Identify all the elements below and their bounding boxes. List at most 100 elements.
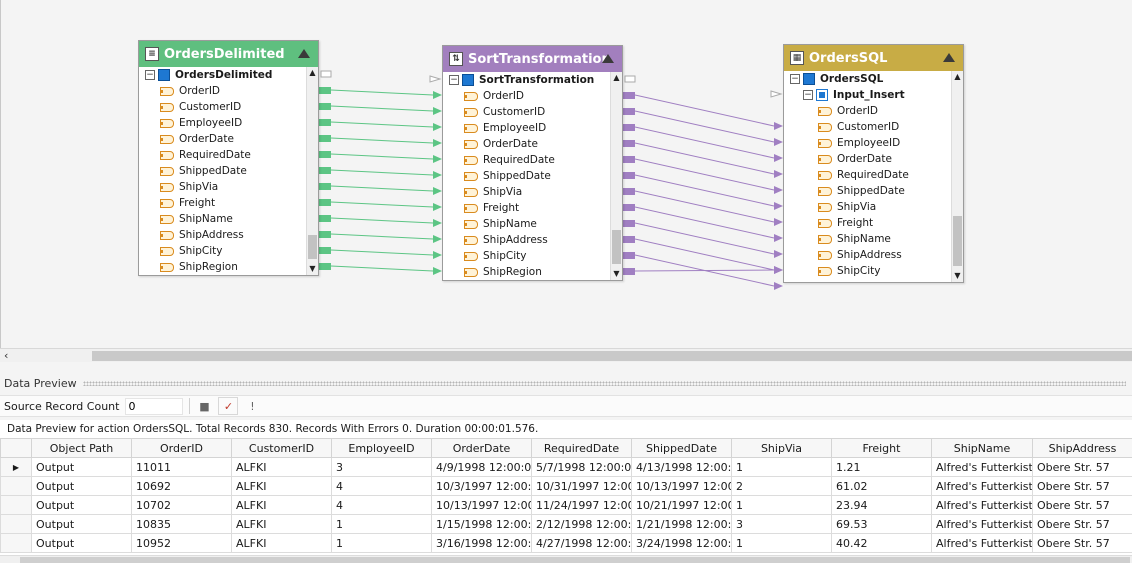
grid-cell[interactable]: 4/27/1998 12:00:0 — [531, 533, 632, 553]
grid-cell[interactable]: ALFKI — [231, 476, 332, 496]
field-row[interactable]: ShipCity — [818, 263, 963, 279]
column-header[interactable]: Object Path — [31, 438, 132, 458]
orders-delimited-header[interactable]: ≡ OrdersDelimited — [139, 41, 318, 67]
scroll-up-icon[interactable]: ▲ — [952, 71, 963, 83]
field-row[interactable]: RequiredDate — [818, 167, 963, 183]
collapse-toggle-icon[interactable]: − — [449, 75, 459, 85]
grid-cell[interactable]: Obere Str. 57 — [1032, 476, 1132, 496]
collapse-toggle-icon[interactable]: − — [145, 70, 155, 80]
collapse-toggle-icon[interactable]: − — [790, 74, 800, 84]
field-row[interactable]: ShipAddress — [464, 232, 622, 248]
field-row[interactable]: EmployeeID — [160, 115, 318, 131]
field-row[interactable]: RequiredDate — [160, 147, 318, 163]
grid-horizontal-scrollbar[interactable] — [0, 555, 1132, 563]
data-preview-grid[interactable]: Object Path OrderID CustomerID EmployeeID Or… — [0, 438, 1132, 563]
field-row[interactable]: ShipRegion — [160, 259, 318, 275]
field-row[interactable]: ShipName — [160, 211, 318, 227]
grid-cell[interactable]: 1.21 — [831, 457, 932, 477]
grid-cell[interactable]: 4/9/1998 12:00:00 — [431, 457, 532, 477]
orders-sql-header[interactable]: ▦ OrdersSQL — [784, 45, 963, 71]
grid-cell[interactable]: 11/24/1997 12:00: — [531, 495, 632, 515]
scroll-up-icon[interactable]: ▲ — [611, 72, 622, 84]
grid-cell[interactable]: 10702 — [131, 495, 232, 515]
field-row[interactable]: Freight — [818, 215, 963, 231]
scroll-thumb[interactable] — [20, 557, 1130, 563]
source-record-count-input[interactable] — [125, 397, 184, 415]
field-row[interactable]: EmployeeID — [464, 120, 622, 136]
scroll-thumb[interactable] — [92, 351, 1132, 361]
tree-root[interactable]: − OrdersSQL — [790, 71, 963, 87]
panel-grip[interactable] — [82, 380, 1126, 386]
grid-cell[interactable]: 10/21/1997 12:00: — [631, 495, 732, 515]
grid-cell[interactable]: 2/12/1998 12:00:0 — [531, 514, 632, 534]
grid-cell[interactable]: 11011 — [131, 457, 232, 477]
field-row[interactable]: EmployeeID — [818, 135, 963, 151]
grid-cell[interactable]: 10692 — [131, 476, 232, 496]
tree-root[interactable]: − OrdersDelimited — [145, 67, 318, 83]
scroll-up-icon[interactable]: ▲ — [307, 67, 318, 79]
grid-cell[interactable]: Alfred's Futterkist — [931, 514, 1033, 534]
tree-sub-node[interactable]: − Input_Insert — [790, 87, 963, 103]
field-row[interactable]: ShipAddress — [818, 247, 963, 263]
orders-delimited-scrollbar[interactable]: ▲ ▼ — [306, 67, 318, 275]
field-row[interactable]: ShipCity — [160, 243, 318, 259]
orders-sql-node[interactable]: ▦ OrdersSQL − OrdersSQL − Input_Insert Ord… — [783, 44, 964, 283]
grid-cell[interactable]: 2 — [731, 476, 832, 496]
grid-cell[interactable]: 69.53 — [831, 514, 932, 534]
grid-cell[interactable]: 1/21/1998 12:00:0 — [631, 514, 732, 534]
orders-sql-scrollbar[interactable]: ▲ ▼ — [951, 71, 963, 282]
grid-cell[interactable]: 3/24/1998 12:00:0 — [631, 533, 732, 553]
grid-cell[interactable]: ALFKI — [231, 514, 332, 534]
field-row[interactable]: OrderDate — [818, 151, 963, 167]
row-header[interactable] — [0, 476, 32, 496]
grid-cell[interactable]: 5/7/1998 12:00:00 — [531, 457, 632, 477]
field-row[interactable]: ShippedDate — [464, 168, 622, 184]
field-row[interactable]: OrderDate — [464, 136, 622, 152]
grid-cell[interactable]: 61.02 — [831, 476, 932, 496]
collapse-icon[interactable] — [602, 54, 614, 63]
grid-cell[interactable]: 1/15/1998 12:00:0 — [431, 514, 532, 534]
field-row[interactable]: CustomerID — [818, 119, 963, 135]
field-row[interactable]: OrderDate — [160, 131, 318, 147]
column-header[interactable]: RequiredDate — [531, 438, 632, 458]
column-header[interactable]: OrderID — [131, 438, 232, 458]
scroll-thumb[interactable] — [953, 216, 962, 266]
grid-cell[interactable]: Alfred's Futterkist — [931, 533, 1033, 553]
row-header[interactable] — [0, 495, 32, 515]
grid-cell[interactable]: 10952 — [131, 533, 232, 553]
scroll-thumb[interactable] — [612, 230, 621, 264]
row-header[interactable] — [0, 514, 32, 534]
scroll-down-icon[interactable]: ▼ — [952, 270, 963, 282]
field-row[interactable]: ShipVia — [160, 179, 318, 195]
stop-icon[interactable]: ■ — [194, 397, 214, 415]
panel-splitter[interactable] — [0, 362, 1132, 374]
grid-cell[interactable]: 10835 — [131, 514, 232, 534]
grid-cell[interactable]: Alfred's Futterkist — [931, 457, 1033, 477]
grid-cell[interactable]: ALFKI — [231, 495, 332, 515]
field-row[interactable]: Freight — [160, 195, 318, 211]
collapse-icon[interactable] — [298, 49, 310, 58]
column-header[interactable]: EmployeeID — [331, 438, 432, 458]
orders-delimited-node[interactable]: ≡ OrdersDelimited − OrdersDelimited Order… — [138, 40, 319, 276]
canvas-horizontal-scrollbar[interactable]: ‹ — [0, 348, 1132, 362]
field-row[interactable]: ShippedDate — [160, 163, 318, 179]
sort-transformation-node[interactable]: ⇅ SortTransformation − SortTransformation… — [442, 45, 623, 281]
grid-cell[interactable]: 10/31/1997 12:00: — [531, 476, 632, 496]
table-row[interactable]: Output 10952 ALFKI 1 3/16/1998 12:00:0 4/27/1… — [0, 533, 1132, 553]
grid-cell[interactable]: ALFKI — [231, 457, 332, 477]
field-row[interactable]: CustomerID — [160, 99, 318, 115]
grid-cell[interactable]: 3 — [331, 457, 432, 477]
grid-cell[interactable]: Output — [31, 495, 132, 515]
grid-cell[interactable]: 1 — [331, 533, 432, 553]
grid-cell[interactable]: Obere Str. 57 — [1032, 533, 1132, 553]
grid-cell[interactable]: 3 — [731, 514, 832, 534]
run-preview-icon[interactable]: ✓ — [218, 397, 239, 415]
grid-cell[interactable]: ALFKI — [231, 533, 332, 553]
sort-transformation-header[interactable]: ⇅ SortTransformation — [443, 46, 622, 72]
field-row[interactable]: CustomerID — [464, 104, 622, 120]
field-row[interactable]: ShipRegion — [464, 264, 622, 280]
grid-cell[interactable]: Output — [31, 457, 132, 477]
grid-cell[interactable]: 10/13/1997 12:00: — [431, 495, 532, 515]
field-row[interactable]: ShipName — [464, 216, 622, 232]
grid-cell[interactable]: Obere Str. 57 — [1032, 514, 1132, 534]
